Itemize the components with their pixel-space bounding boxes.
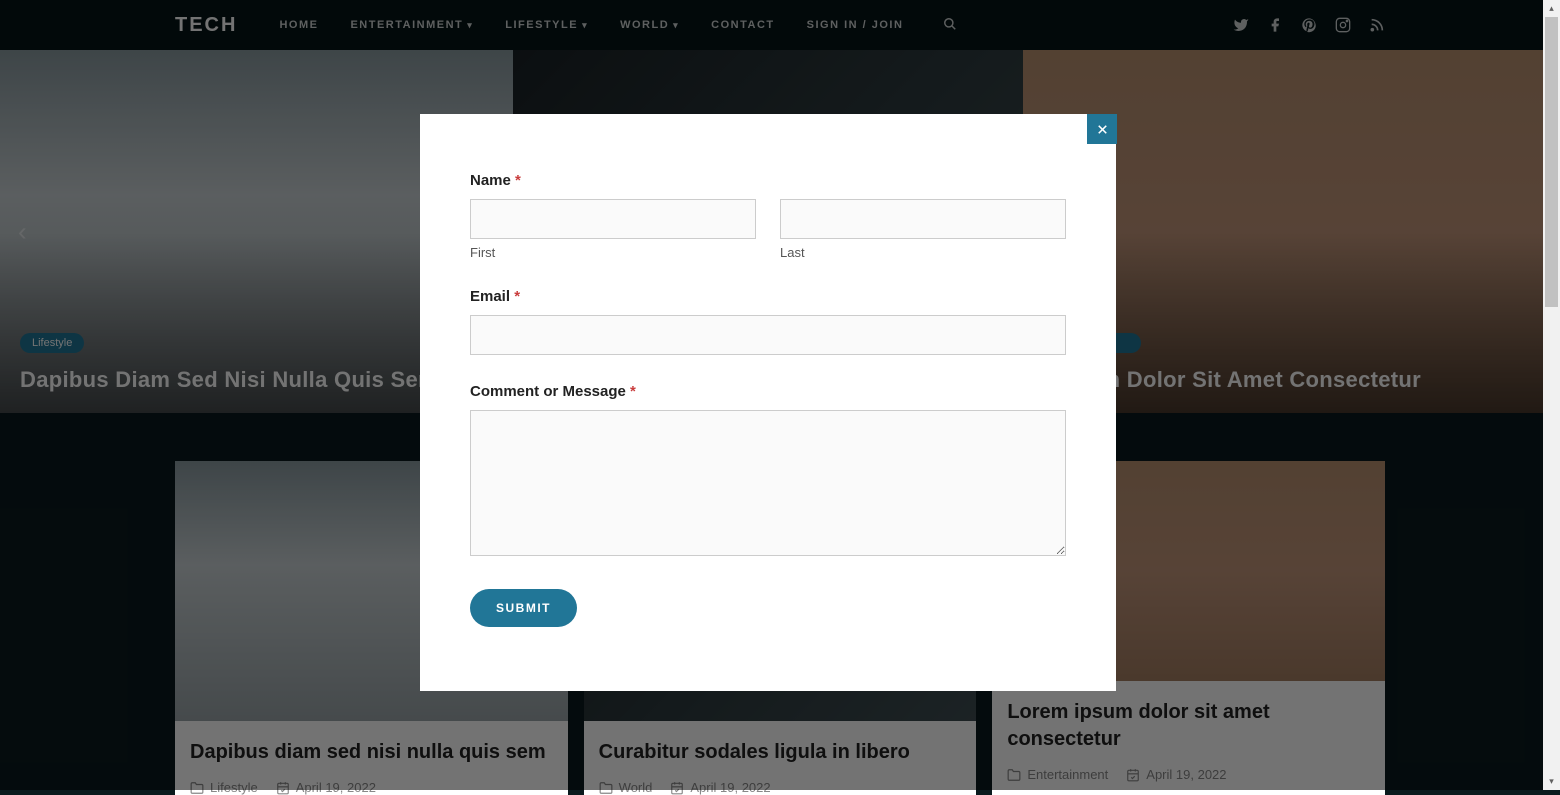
name-field-group: Name * First Last	[470, 172, 1066, 260]
scrollbar-thumb[interactable]	[1545, 17, 1558, 307]
comment-label-text: Comment or Message	[470, 383, 626, 400]
required-indicator: *	[515, 172, 521, 189]
first-name-sublabel: First	[470, 245, 756, 260]
close-icon	[1095, 122, 1110, 137]
scroll-down-icon[interactable]: ▾	[1543, 773, 1560, 790]
comment-label: Comment or Message *	[470, 383, 1066, 400]
email-label-text: Email	[470, 288, 510, 305]
email-input[interactable]	[470, 315, 1066, 355]
contact-modal: Name * First Last Email * Comment or Mes…	[420, 114, 1116, 691]
name-row: First Last	[470, 199, 1066, 260]
last-name-input[interactable]	[780, 199, 1066, 239]
name-label: Name *	[470, 172, 1066, 189]
scrollbar-track[interactable]: ▴ ▾	[1543, 0, 1560, 790]
first-name-input[interactable]	[470, 199, 756, 239]
comment-field-group: Comment or Message *	[470, 383, 1066, 561]
required-indicator: *	[514, 288, 520, 305]
comment-textarea[interactable]	[470, 410, 1066, 556]
first-name-col: First	[470, 199, 756, 260]
email-label: Email *	[470, 288, 1066, 305]
required-indicator: *	[630, 383, 636, 400]
last-name-sublabel: Last	[780, 245, 1066, 260]
email-field-group: Email *	[470, 288, 1066, 355]
last-name-col: Last	[780, 199, 1066, 260]
scroll-up-icon[interactable]: ▴	[1543, 0, 1560, 17]
modal-close-button[interactable]	[1087, 114, 1117, 144]
name-label-text: Name	[470, 172, 511, 189]
submit-button[interactable]: SUBMIT	[470, 589, 577, 627]
